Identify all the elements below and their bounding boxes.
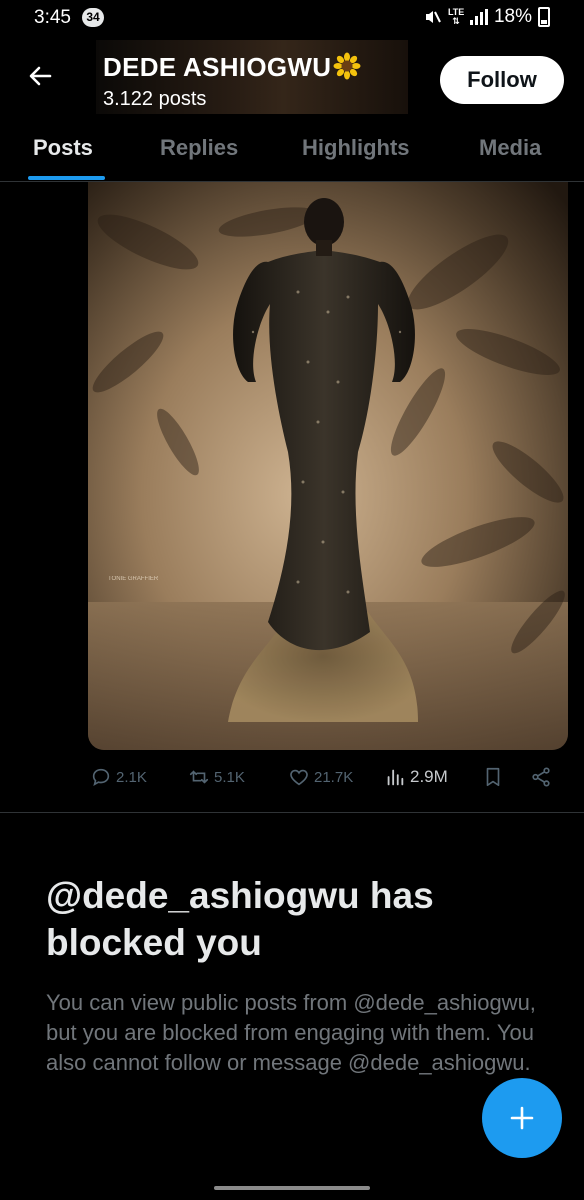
home-indicator[interactable] [214,1186,370,1190]
lte-icon: LTE ⇅ [447,7,465,26]
section-divider [0,812,584,813]
plus-icon [510,1106,534,1130]
arrow-left-icon [29,66,52,86]
heart-icon [290,769,308,786]
notification-count-badge: 34 [82,8,104,27]
views-button[interactable]: 2.9M [384,766,448,788]
tab-media[interactable]: Media [479,135,541,161]
bookmark-button[interactable] [482,766,504,788]
active-tab-indicator [28,176,105,180]
signal-icon [469,9,488,25]
profile-name-text: DEDE ASHIOGWU [103,52,332,82]
post-image[interactable]: TONIE GRAFFIER [88,182,568,750]
reply-icon [92,768,110,787]
tab-replies[interactable]: Replies [160,135,238,161]
follow-button[interactable]: Follow [440,56,564,104]
profile-header: DEDE ASHIOGWU 3.122 posts Follow [0,36,584,116]
profile-name: DEDE ASHIOGWU [103,52,361,83]
posts-count: 3.122 posts [103,88,207,110]
blocked-title: @dede_ashiogwu has blocked you [46,875,434,963]
share-button[interactable] [530,766,552,788]
status-time: 3:45 [34,7,71,28]
status-icons: LTE ⇅ 18% [422,6,550,28]
mute-icon [425,11,441,23]
repost-button[interactable]: 5.1K [188,766,245,788]
tab-posts[interactable]: Posts [33,135,93,161]
back-button[interactable] [18,54,62,98]
post-actions: 2.1K 5.1K 21.7K 2.9M [88,762,568,794]
battery-percentage: 18% [493,6,532,27]
photo-watermark: TONIE GRAFFIER [108,576,159,582]
blocked-description: You can view public posts from @dede_ash… [46,990,536,1075]
like-button[interactable]: 21.7K [288,766,353,788]
like-count: 21.7K [314,768,354,786]
tab-highlights[interactable]: Highlights [302,135,410,161]
reply-count: 2.1K [116,768,147,786]
reply-button[interactable]: 2.1K [90,766,147,788]
compose-button[interactable] [482,1078,562,1158]
sunflower-icon [333,52,361,80]
bookmark-icon [486,767,500,787]
views-count: 2.9M [410,767,448,786]
views-icon [387,769,404,786]
repost-icon [189,770,209,784]
repost-count: 5.1K [214,768,245,786]
battery-icon [538,7,550,27]
status-bar: 3:45 34 LTE ⇅ 18% [0,0,584,36]
profile-tabs: Posts Replies Highlights Media [0,124,584,182]
share-icon [532,767,550,787]
